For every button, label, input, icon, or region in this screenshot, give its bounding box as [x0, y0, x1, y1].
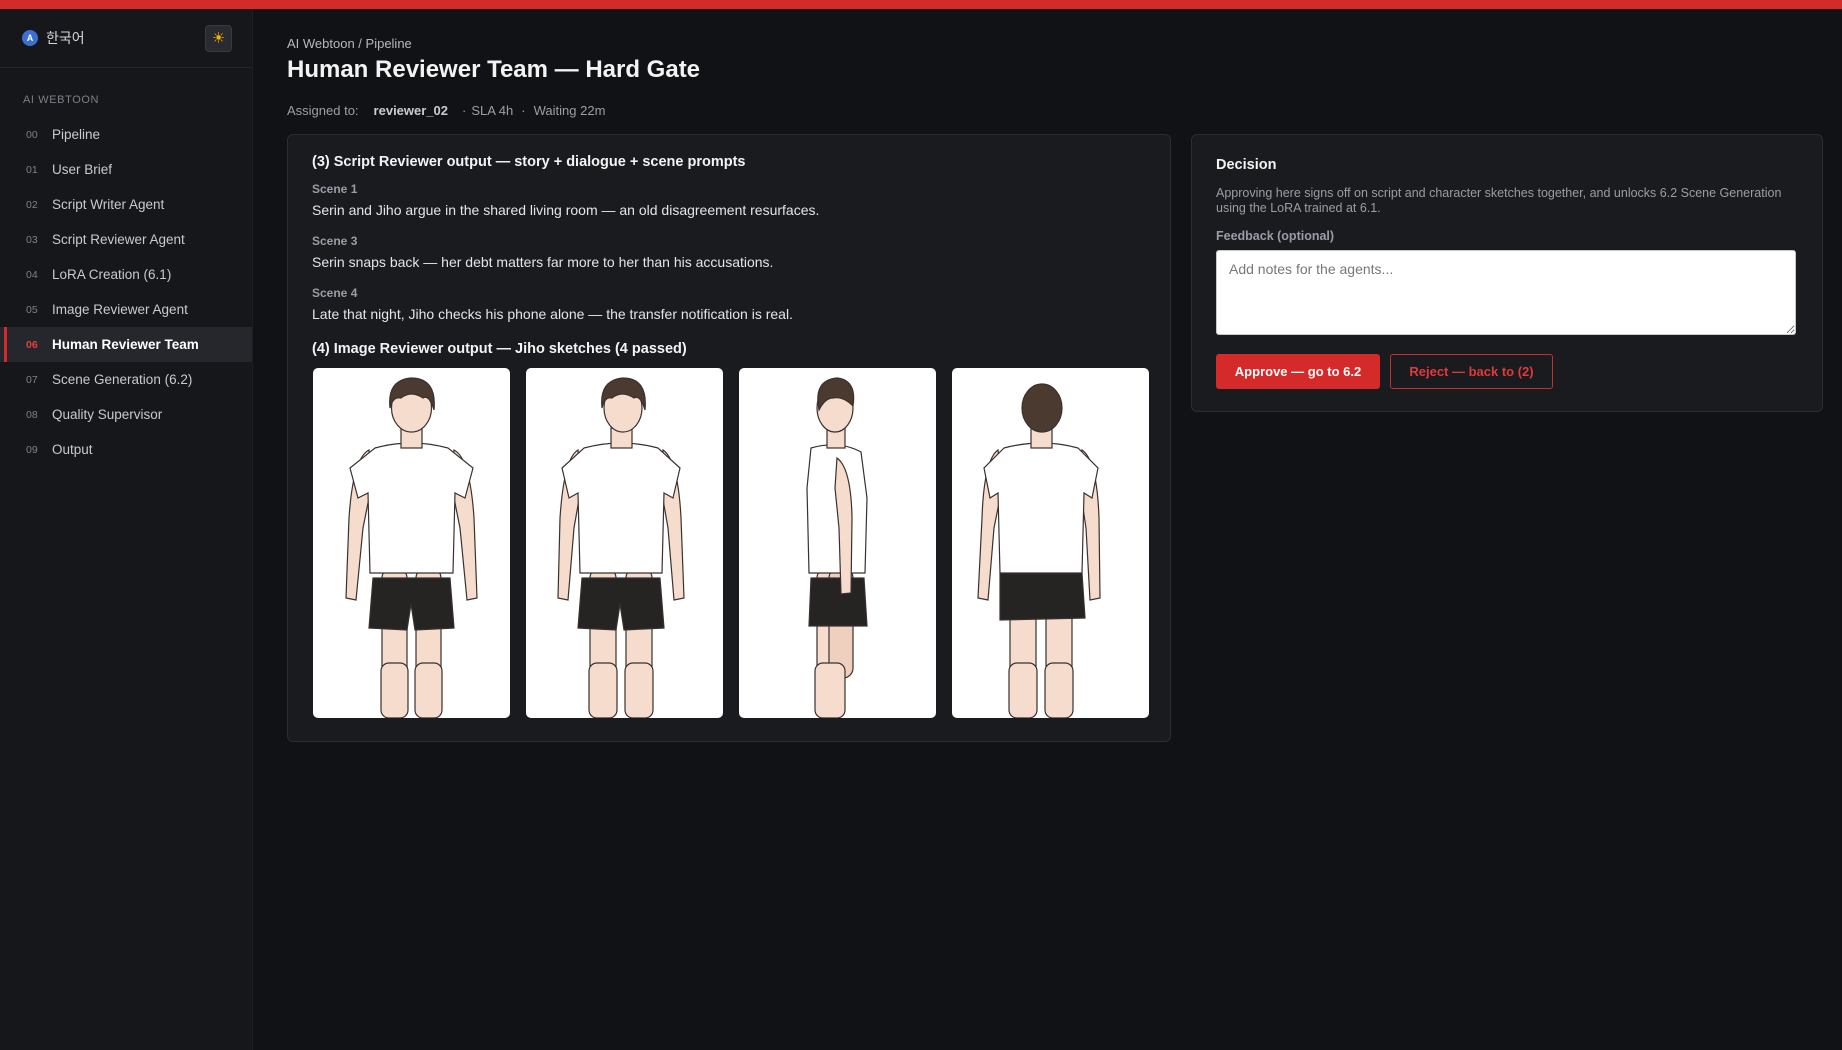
sidebar-nav: 00 Pipeline 01 User Brief 02 Script Writer …: [0, 117, 252, 467]
step-number: 08: [26, 408, 38, 421]
step-number: 09: [26, 443, 38, 456]
character-sketch-side[interactable]: [739, 368, 936, 718]
sidebar-item-label: Scene Generation (6.2): [52, 372, 193, 387]
sidebar-item-script-writer-agent[interactable]: 02 Script Writer Agent: [0, 187, 252, 222]
step-number: 02: [26, 198, 38, 211]
scene-label: Scene 1: [312, 182, 358, 196]
sidebar-item-label: LoRA Creation (6.1): [52, 267, 172, 282]
meta-separator: ·: [462, 103, 467, 118]
decision-description: Approving here signs off on script and c…: [1216, 186, 1782, 215]
scene-label: Scene 3: [312, 234, 358, 248]
language-row: A 한국어 ☀: [0, 9, 252, 68]
sidebar-item-label: Script Writer Agent: [52, 197, 165, 212]
sidebar-section-label: AI WEBTOON: [23, 94, 100, 106]
scene-text: Serin snaps back — her debt matters far …: [312, 254, 774, 270]
sidebar-item-user-brief[interactable]: 01 User Brief: [0, 152, 252, 187]
page-title: Human Reviewer Team — Hard Gate: [287, 56, 701, 83]
decision-panel: Decision Approving here signs off on scr…: [1191, 134, 1823, 412]
sidebar-item-label: Image Reviewer Agent: [52, 302, 188, 317]
character-sketch-back[interactable]: [952, 368, 1149, 718]
reject-button[interactable]: Reject — back to (2): [1390, 354, 1553, 389]
step-number: 00: [26, 128, 38, 141]
scene-text: Late that night, Jiho checks his phone a…: [312, 306, 793, 322]
sidebar-item-pipeline[interactable]: 00 Pipeline: [0, 117, 252, 152]
step-number: 04: [26, 268, 38, 281]
character-sketch-three-quarter[interactable]: [526, 368, 723, 718]
breadcrumb[interactable]: AI Webtoon / Pipeline: [287, 36, 412, 51]
sla-text: SLA 4h: [471, 103, 514, 118]
image-review-title: (4) Image Reviewer output — Jiho sketche…: [312, 341, 687, 357]
waiting-text: Waiting 22m: [533, 103, 606, 118]
sidebar-item-quality-supervisor[interactable]: 08 Quality Supervisor: [0, 397, 252, 432]
sidebar-item-script-reviewer-agent[interactable]: 03 Script Reviewer Agent: [0, 222, 252, 257]
step-number: 03: [26, 233, 38, 246]
sidebar-item-image-reviewer-agent[interactable]: 05 Image Reviewer Agent: [0, 292, 252, 327]
sidebar-item-label: Pipeline: [52, 127, 101, 142]
assignment-meta: Assigned to: reviewer_02 · SLA 4h · Wait…: [287, 103, 605, 118]
sidebar: A 한국어 ☀ AI WEBTOON 00 Pipeline 01 User Bri…: [0, 9, 253, 1050]
meta-separator: ·: [521, 103, 526, 118]
feedback-label: Feedback (optional): [1216, 229, 1335, 243]
script-review-title: (3) Script Reviewer output — story + dia…: [312, 154, 746, 170]
review-outputs-panel: (3) Script Reviewer output — story + dia…: [287, 134, 1171, 742]
sidebar-item-label: Script Reviewer Agent: [52, 232, 185, 247]
step-number: 05: [26, 303, 38, 316]
approve-button[interactable]: Approve — go to 6.2: [1216, 354, 1380, 389]
assignee-name: reviewer_02: [373, 103, 448, 118]
scene-text: Serin and Jiho argue in the shared livin…: [312, 202, 820, 218]
language-icon: A: [22, 30, 38, 46]
step-number: 01: [26, 163, 38, 176]
sidebar-item-human-reviewer-team[interactable]: 06 Human Reviewer Team: [0, 327, 252, 362]
theme-toggle-sun-icon[interactable]: ☀: [205, 24, 232, 52]
sidebar-item-label: Quality Supervisor: [52, 407, 163, 422]
step-number: 06: [26, 338, 38, 351]
feedback-textarea[interactable]: [1216, 250, 1796, 335]
scene-label: Scene 4: [312, 286, 358, 300]
sidebar-item-scene-generation[interactable]: 07 Scene Generation (6.2): [0, 362, 252, 397]
decision-title: Decision: [1216, 157, 1277, 173]
sidebar-item-label: Human Reviewer Team: [52, 337, 199, 352]
assigned-label: Assigned to:: [287, 103, 359, 118]
sidebar-item-label: Output: [52, 442, 93, 457]
step-number: 07: [26, 373, 38, 386]
sidebar-item-lora-creation[interactable]: 04 LoRA Creation (6.1): [0, 257, 252, 292]
language-selector[interactable]: 한국어: [46, 28, 85, 48]
character-sketch-front[interactable]: [313, 368, 510, 718]
sidebar-item-output[interactable]: 09 Output: [0, 432, 252, 467]
top-accent-bar: [0, 0, 1842, 9]
sidebar-item-label: User Brief: [52, 162, 113, 177]
